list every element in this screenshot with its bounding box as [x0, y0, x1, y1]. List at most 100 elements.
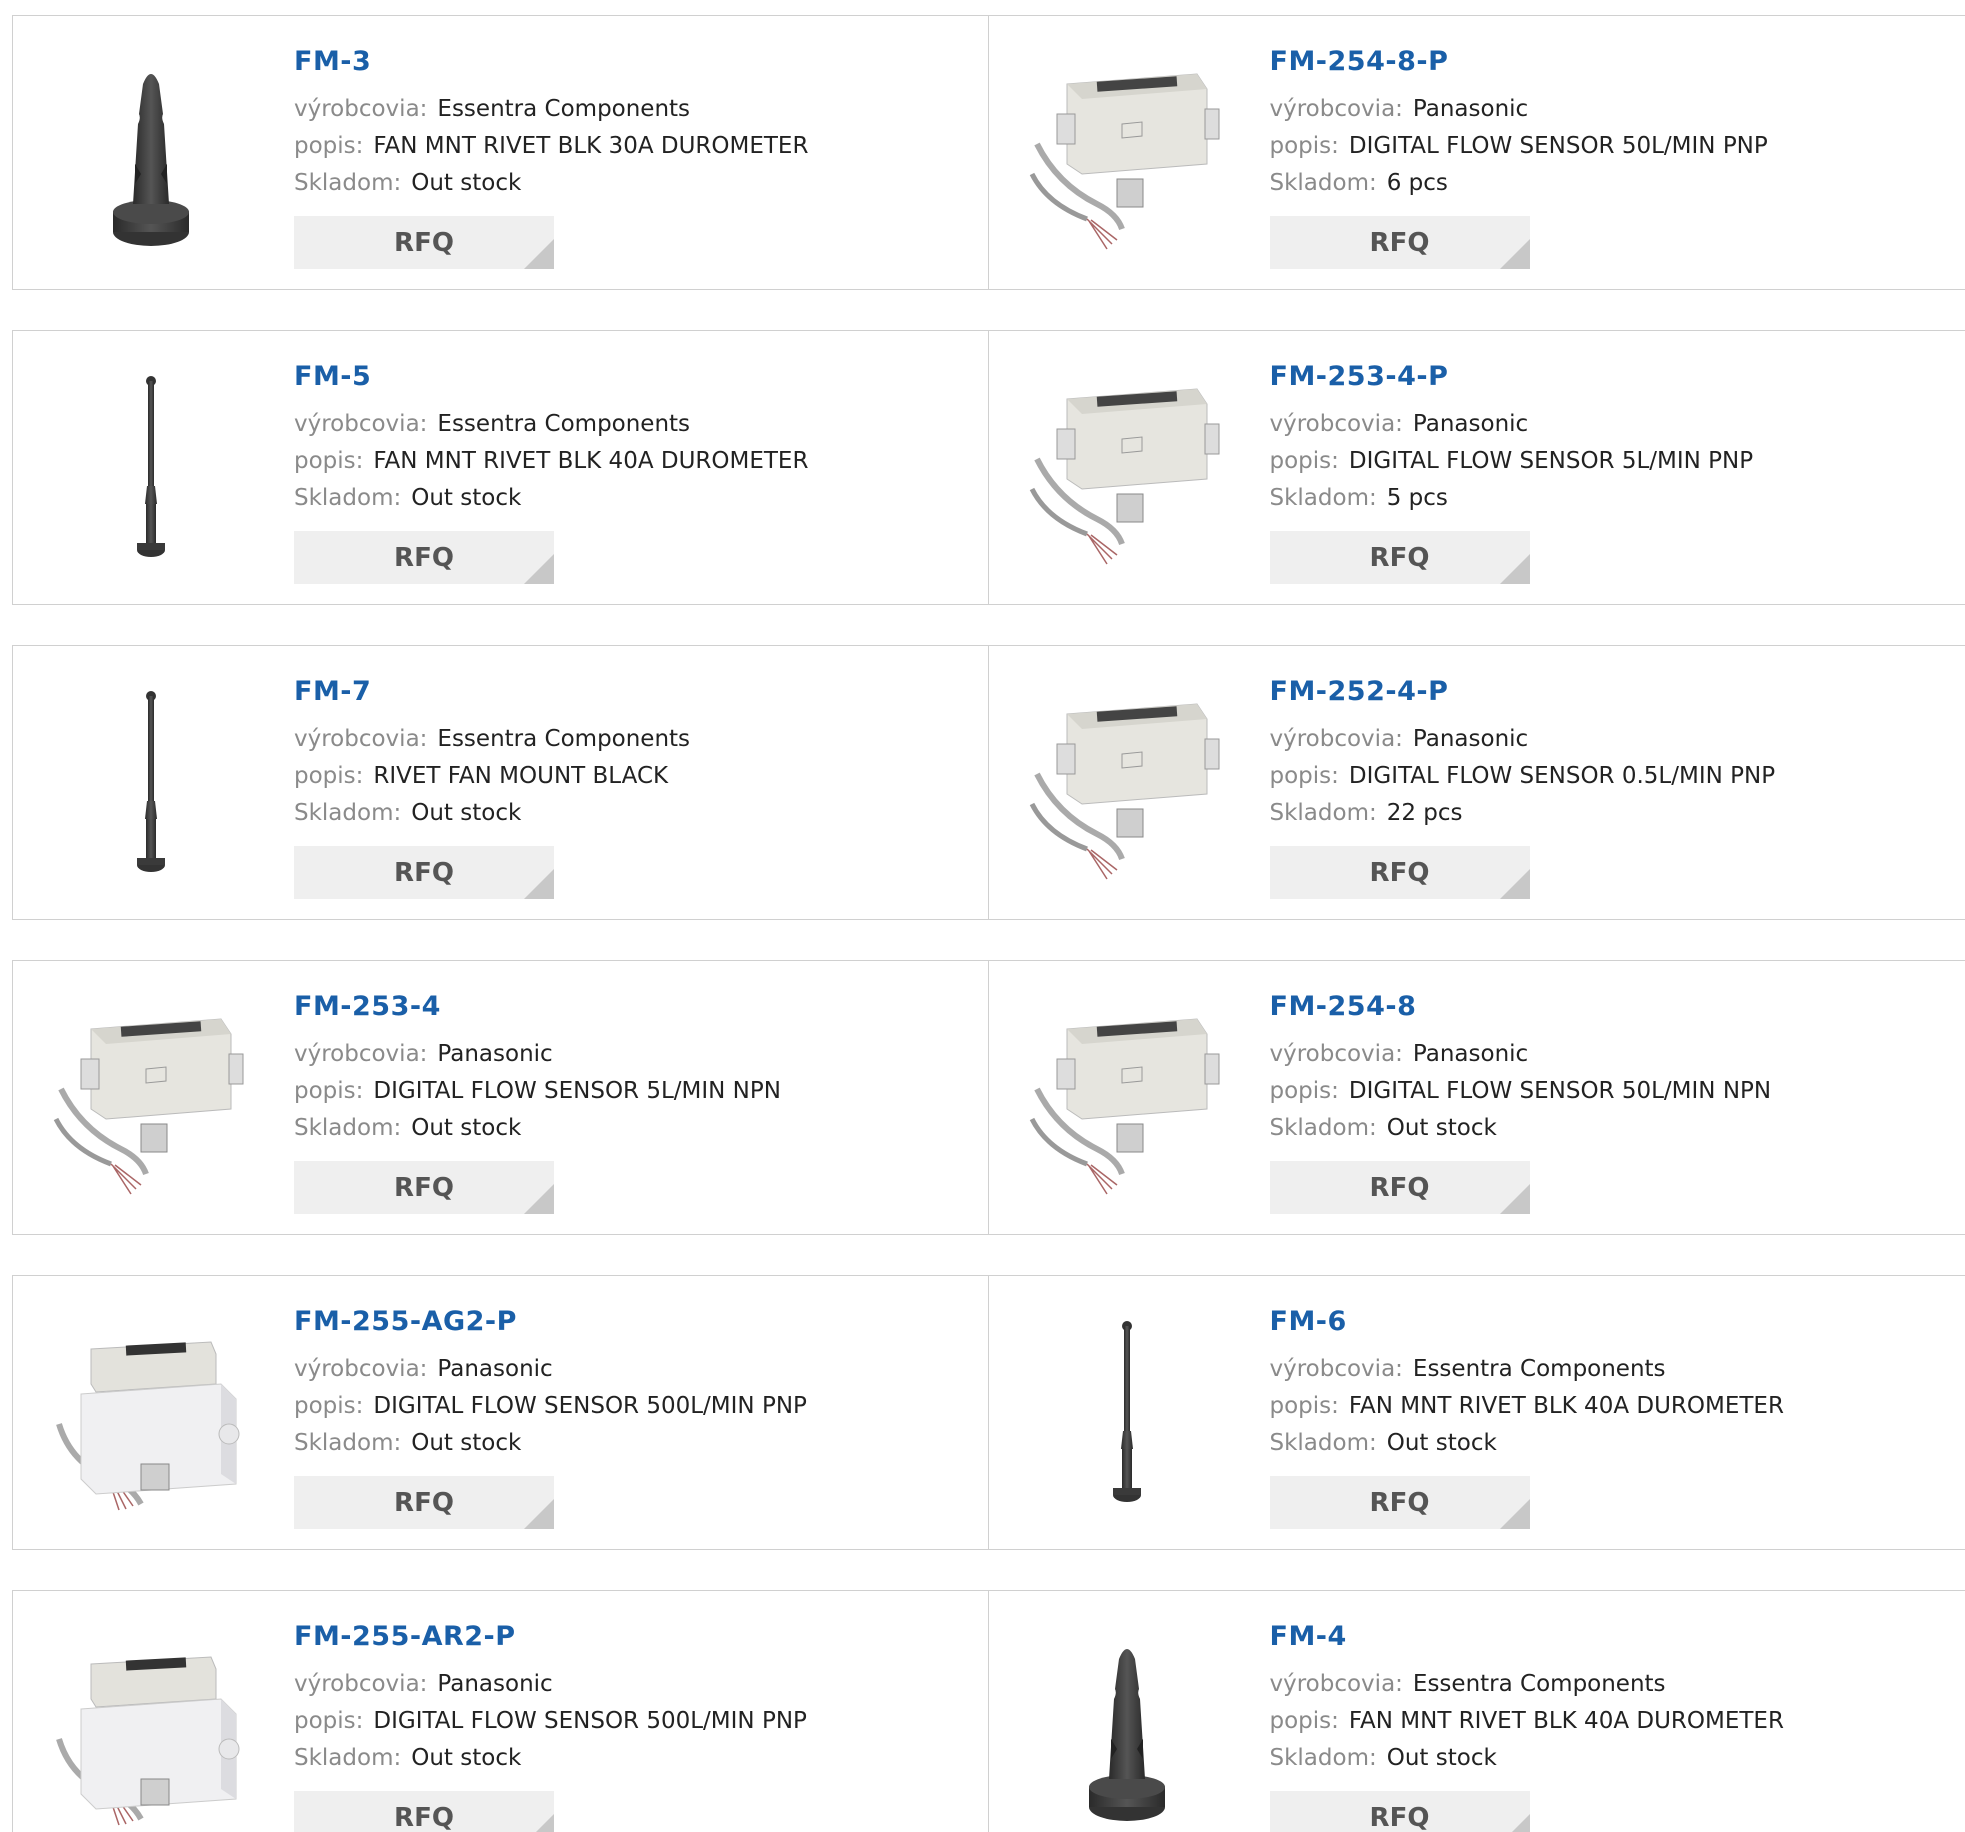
rfq-button[interactable]: RFQ	[1269, 1476, 1530, 1529]
rivet-thin-icon	[1112, 1321, 1141, 1502]
manufacturer-value: Essentra Components	[437, 411, 691, 437]
product-name-link[interactable]: FM-5	[294, 361, 808, 392]
rfq-button[interactable]: RFQ	[294, 1476, 554, 1529]
product-card: FM-4 výrobcovia: Essentra Components popi…	[987, 1590, 1965, 1832]
manufacturer-label: výrobcovia:	[294, 411, 428, 437]
product-image[interactable]	[1027, 684, 1227, 884]
product-row: FM-5 výrobcovia: Essentra Components popi…	[12, 330, 1965, 605]
product-name-link[interactable]: FM-4	[1270, 1621, 1784, 1652]
manufacturer-value: Panasonic	[1412, 411, 1529, 437]
description-label: popis:	[1269, 448, 1339, 474]
product-card: FM-6 výrobcovia: Essentra Components popi…	[987, 1275, 1965, 1550]
product-info: FM-255-AG2-P výrobcovia: Panasonic popis:…	[294, 1306, 807, 1462]
product-card: FM-3 výrobcovia: Essentra Components popi…	[12, 15, 989, 290]
rfq-button[interactable]: RFQ	[294, 531, 554, 584]
stock-row: Skladom: Out stock	[294, 795, 690, 832]
rfq-button[interactable]: RFQ	[294, 1161, 554, 1214]
description-label: popis:	[294, 763, 364, 789]
stock-row: Skladom: Out stock	[1270, 1110, 1772, 1147]
product-name-link[interactable]: FM-254-8	[1270, 991, 1772, 1022]
manufacturer-label: výrobcovia:	[1269, 411, 1403, 437]
manufacturer-row: výrobcovia: Essentra Components	[294, 406, 808, 443]
description-row: popis: DIGITAL FLOW SENSOR 50L/MIN NPN	[1270, 1073, 1772, 1110]
flow-sensor-icon	[1029, 388, 1219, 565]
flow-sensor-block-icon	[56, 1341, 240, 1511]
rfq-button[interactable]: RFQ	[1269, 1161, 1530, 1214]
description-label: popis:	[294, 133, 364, 159]
product-name-link[interactable]: FM-252-4-P	[1270, 676, 1776, 707]
rfq-button[interactable]: RFQ	[294, 216, 554, 269]
manufacturer-row: výrobcovia: Panasonic	[1270, 406, 1754, 443]
stock-label: Skladom:	[1269, 800, 1377, 826]
product-name-link[interactable]: FM-255-AG2-P	[294, 1306, 807, 1337]
product-info: FM-5 výrobcovia: Essentra Components popi…	[294, 361, 808, 517]
product-card: FM-255-AR2-P výrobcovia: Panasonic popis:…	[12, 1590, 989, 1832]
manufacturer-label: výrobcovia:	[294, 1671, 428, 1697]
product-info: FM-253-4 výrobcovia: Panasonic popis: DIGI…	[294, 991, 781, 1147]
manufacturer-value: Panasonic	[1412, 726, 1529, 752]
stock-row: Skladom: 22 pcs	[1270, 795, 1776, 832]
product-info: FM-253-4-P výrobcovia: Panasonic popis: DI…	[1270, 361, 1754, 517]
description-label: popis:	[1269, 1078, 1339, 1104]
description-label: popis:	[1269, 763, 1339, 789]
stock-value: Out stock	[411, 1745, 522, 1771]
manufacturer-row: výrobcovia: Panasonic	[294, 1351, 807, 1388]
product-image[interactable]	[51, 1629, 251, 1829]
product-row: FM-3 výrobcovia: Essentra Components popi…	[12, 15, 1965, 290]
manufacturer-label: výrobcovia:	[294, 96, 428, 122]
rfq-button[interactable]: RFQ	[1269, 1791, 1530, 1832]
product-name-link[interactable]: FM-254-8-P	[1270, 46, 1768, 77]
product-name-link[interactable]: FM-7	[294, 676, 690, 707]
rivet-wide-icon	[113, 74, 189, 246]
manufacturer-value: Essentra Components	[1412, 1671, 1666, 1697]
product-row: FM-255-AG2-P výrobcovia: Panasonic popis:…	[12, 1275, 1965, 1550]
product-image[interactable]	[1027, 1314, 1227, 1514]
description-row: popis: FAN MNT RIVET BLK 40A DUROMETER	[1270, 1703, 1784, 1740]
product-name-link[interactable]: FM-253-4	[294, 991, 781, 1022]
product-info: FM-6 výrobcovia: Essentra Components popi…	[1270, 1306, 1784, 1462]
product-image[interactable]	[51, 1314, 251, 1514]
stock-value: Out stock	[411, 800, 522, 826]
rfq-button[interactable]: RFQ	[1269, 531, 1530, 584]
stock-row: Skladom: Out stock	[1270, 1425, 1784, 1462]
product-card: FM-254-8 výrobcovia: Panasonic popis: DIGI…	[987, 960, 1965, 1235]
product-image[interactable]	[1027, 1629, 1227, 1829]
stock-row: Skladom: Out stock	[294, 1425, 807, 1462]
manufacturer-label: výrobcovia:	[1269, 1671, 1403, 1697]
rfq-button[interactable]: RFQ	[294, 1791, 554, 1832]
product-image[interactable]	[1027, 54, 1227, 254]
product-image[interactable]	[1027, 999, 1227, 1199]
description-value: FAN MNT RIVET BLK 40A DUROMETER	[373, 448, 809, 474]
stock-label: Skladom:	[1269, 1745, 1377, 1771]
product-image[interactable]	[51, 999, 251, 1199]
stock-value: Out stock	[411, 485, 522, 511]
rfq-button[interactable]: RFQ	[294, 846, 554, 899]
stock-label: Skladom:	[1269, 1115, 1377, 1141]
product-name-link[interactable]: FM-253-4-P	[1270, 361, 1754, 392]
product-image[interactable]	[51, 54, 251, 254]
product-info: FM-7 výrobcovia: Essentra Components popi…	[294, 676, 690, 832]
product-image[interactable]	[51, 369, 251, 569]
description-label: popis:	[294, 448, 364, 474]
stock-row: Skladom: 6 pcs	[1270, 165, 1768, 202]
description-value: FAN MNT RIVET BLK 40A DUROMETER	[1348, 1393, 1784, 1419]
product-name-link[interactable]: FM-6	[1270, 1306, 1784, 1337]
description-value: FAN MNT RIVET BLK 40A DUROMETER	[1348, 1708, 1784, 1734]
description-row: popis: DIGITAL FLOW SENSOR 5L/MIN PNP	[1270, 443, 1754, 480]
manufacturer-label: výrobcovia:	[294, 1041, 428, 1067]
description-value: FAN MNT RIVET BLK 30A DUROMETER	[373, 133, 809, 159]
product-name-link[interactable]: FM-3	[294, 46, 808, 77]
product-image[interactable]	[1027, 369, 1227, 569]
product-info: FM-254-8 výrobcovia: Panasonic popis: DIGI…	[1270, 991, 1772, 1147]
manufacturer-label: výrobcovia:	[1269, 1356, 1403, 1382]
product-name-link[interactable]: FM-255-AR2-P	[294, 1621, 807, 1652]
stock-label: Skladom:	[294, 1430, 402, 1456]
product-image[interactable]	[51, 684, 251, 884]
description-value: RIVET FAN MOUNT BLACK	[373, 763, 669, 789]
manufacturer-row: výrobcovia: Panasonic	[294, 1666, 807, 1703]
flow-sensor-icon	[1029, 703, 1219, 880]
rfq-button[interactable]: RFQ	[1269, 846, 1530, 899]
stock-row: Skladom: Out stock	[294, 1110, 781, 1147]
description-label: popis:	[1269, 1708, 1339, 1734]
rfq-button[interactable]: RFQ	[1269, 216, 1530, 269]
